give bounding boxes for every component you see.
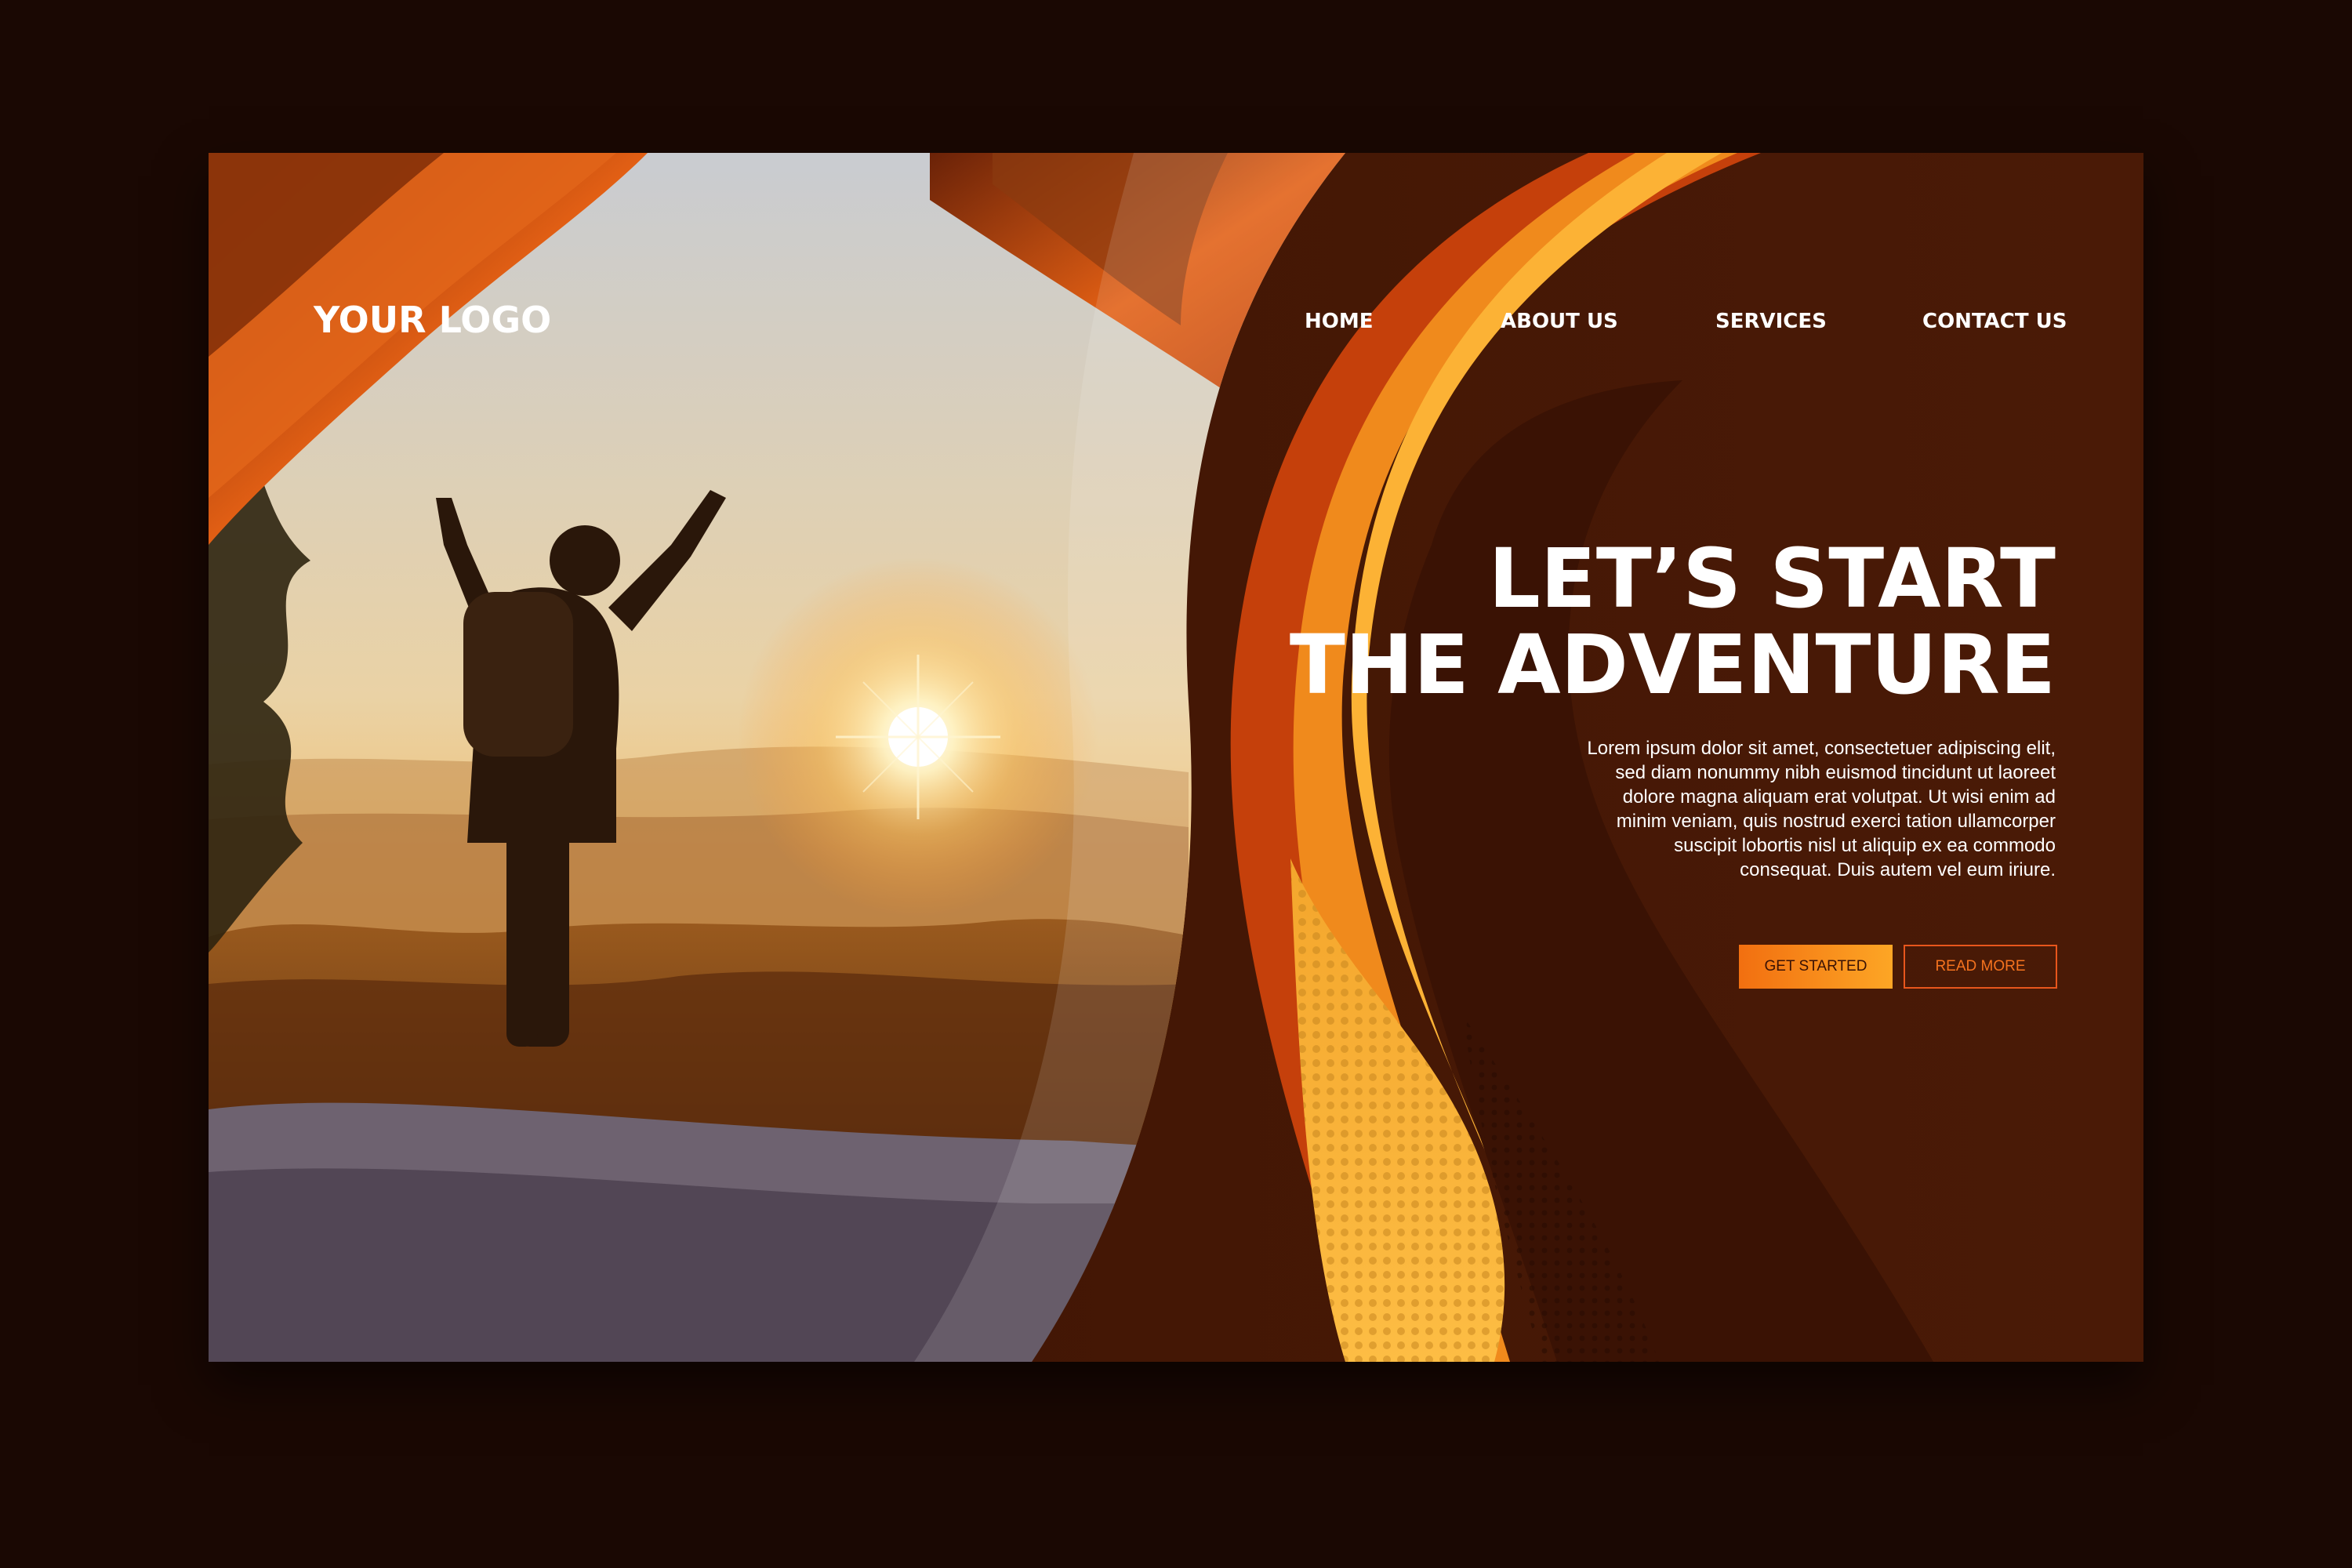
nav-item-contact-us[interactable]: CONTACT US — [1922, 310, 2067, 333]
hero-description-line: minim veniam, quis nostrud exerci tation… — [1616, 811, 2056, 832]
get-started-button[interactable]: GET STARTED — [1739, 945, 1893, 989]
read-more-button[interactable]: READ MORE — [1904, 945, 2057, 989]
hero-title-line-2: THE ADVENTURE — [1289, 617, 2056, 713]
hero-title: LET’S START THE ADVENTURE — [1290, 535, 2056, 708]
nav-item-home[interactable]: HOME — [1305, 310, 1374, 333]
hero-description-line: Lorem ipsum dolor sit amet, consectetuer… — [1587, 738, 2056, 759]
nav-item-about-us[interactable]: ABOUT US — [1501, 310, 1618, 333]
hero-description-line: sed diam nonummy nibh euismod tincidunt … — [1615, 762, 2056, 783]
hero-description-line: suscipit lobortis nisl ut aliquip ex ea … — [1674, 835, 2056, 856]
hero-title-line-1: LET’S START — [1488, 531, 2056, 626]
hero-description: Lorem ipsum dolor sit amet, consectetuer… — [1491, 736, 2056, 882]
nav-item-services[interactable]: SERVICES — [1715, 310, 1827, 333]
main-nav: HOME ABOUT US SERVICES CONTACT US — [209, 310, 2143, 341]
hero-description-line: dolore magna aliquam erat volutpat. Ut w… — [1622, 786, 2056, 808]
hero-description-line: consequat. Duis autem vel eum iriure. — [1740, 859, 2056, 880]
landing-page-card: YOUR LOGO HOME ABOUT US SERVICES CONTACT… — [209, 153, 2143, 1362]
